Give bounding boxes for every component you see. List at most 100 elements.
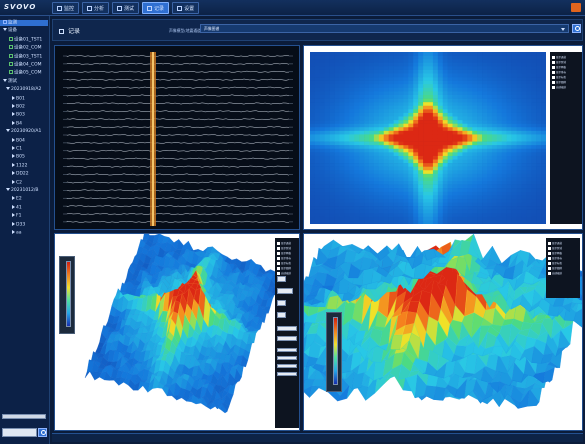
- control-field[interactable]: [277, 300, 286, 306]
- heat-cell: [393, 138, 399, 142]
- option-checkbox[interactable]: 显示网格: [548, 251, 562, 255]
- option-checkbox[interactable]: 显示通道: [277, 241, 291, 245]
- tree-item[interactable]: B02: [0, 104, 48, 110]
- heat-cell: [437, 184, 444, 189]
- option-checkbox[interactable]: 显示区域: [277, 246, 291, 250]
- heat-cell: [398, 127, 404, 132]
- option-label: 显示标签: [556, 76, 567, 79]
- tree-item[interactable]: F1: [0, 213, 48, 219]
- heat-cell: [378, 220, 385, 224]
- nav-test[interactable]: 测试: [112, 2, 140, 14]
- heat-cell: [516, 177, 522, 182]
- nav-settings[interactable]: 设置: [172, 2, 200, 14]
- heat-cell: [408, 109, 414, 114]
- tree-item[interactable]: 设备02_COM: [0, 45, 48, 51]
- tree-item[interactable]: D33: [0, 221, 48, 228]
- heat-cell: [359, 163, 365, 167]
- heat-cell: [437, 73, 444, 78]
- heat-cell: [314, 188, 321, 193]
- nav-monitor[interactable]: 监控: [52, 2, 80, 14]
- tree-item[interactable]: B03: [0, 112, 48, 118]
- option-checkbox[interactable]: 自动缩放: [548, 271, 562, 275]
- option-checkbox[interactable]: 显示区域: [548, 246, 562, 250]
- heat-cell: [349, 98, 355, 103]
- tree-item[interactable]: DD22: [0, 171, 48, 177]
- heat-cell: [447, 66, 453, 71]
- search-button[interactable]: [572, 24, 581, 33]
- heat-cell: [437, 220, 444, 224]
- tree-item[interactable]: 41: [0, 204, 48, 211]
- control-field[interactable]: [277, 288, 293, 294]
- tree-item[interactable]: B05: [0, 154, 48, 160]
- option-checkbox[interactable]: 自动缩放: [552, 85, 566, 89]
- tree-item[interactable]: B01: [0, 95, 48, 102]
- heat-cell: [482, 62, 488, 67]
- nav-record[interactable]: 记录: [142, 2, 170, 14]
- option-checkbox[interactable]: 显示坐标: [552, 70, 566, 74]
- heat-cell: [536, 112, 542, 117]
- colorbar-left[interactable]: [66, 261, 71, 327]
- tree-item[interactable]: 20230918/A2: [0, 87, 48, 93]
- option-checkbox[interactable]: 显示标签: [548, 261, 562, 265]
- tree-item[interactable]: 设备04_COM: [0, 62, 48, 68]
- heat-cell: [442, 77, 448, 81]
- control-field[interactable]: [277, 348, 297, 352]
- option-checkbox[interactable]: 显示网格: [552, 65, 566, 69]
- option-checkbox[interactable]: 显示通道: [552, 55, 566, 59]
- sidebar-scrollbar[interactable]: [2, 414, 46, 419]
- nav-analysis[interactable]: 分析: [82, 2, 110, 14]
- heat-cell: [334, 159, 340, 164]
- option-checkbox[interactable]: 显示图例: [552, 80, 566, 84]
- heat-cell: [516, 155, 522, 160]
- tree-item[interactable]: 20231012/B: [0, 188, 48, 194]
- heat-cell: [487, 188, 493, 193]
- control-field[interactable]: [277, 336, 297, 341]
- heat-cell: [373, 163, 380, 167]
- option-checkbox[interactable]: 显示标签: [552, 75, 566, 79]
- option-checkbox[interactable]: 显示网格: [277, 251, 291, 255]
- heat-cell: [457, 87, 463, 92]
- sidebar-search-input[interactable]: [2, 428, 37, 437]
- option-checkbox[interactable]: 显示坐标: [548, 256, 562, 260]
- control-field[interactable]: [277, 372, 297, 376]
- heat-cell: [354, 130, 360, 135]
- option-checkbox[interactable]: 显示区域: [552, 60, 566, 64]
- heat-cell: [477, 134, 483, 139]
- option-checkbox[interactable]: 显示标签: [277, 261, 291, 265]
- control-field[interactable]: [277, 276, 286, 282]
- tree-item[interactable]: C2: [0, 179, 48, 186]
- tree-item[interactable]: 20230920/A1: [0, 129, 48, 135]
- colorbar-right[interactable]: [333, 317, 338, 385]
- tree-item[interactable]: B4: [0, 120, 48, 127]
- control-field[interactable]: [277, 356, 297, 360]
- heat-cell: [403, 191, 409, 196]
- heat-cell: [452, 138, 458, 142]
- option-checkbox[interactable]: 自动缩放: [277, 271, 291, 275]
- tree-item[interactable]: 设备01_TST1: [0, 36, 48, 43]
- tree-item[interactable]: C1: [0, 146, 48, 152]
- tree-item[interactable]: 1122: [0, 162, 48, 169]
- tree-item[interactable]: 设备: [0, 28, 48, 34]
- option-checkbox[interactable]: 显示图例: [548, 266, 562, 270]
- control-field[interactable]: [277, 312, 286, 318]
- heat-cell: [418, 216, 424, 221]
- tree-item[interactable]: 设备03_TST1: [0, 53, 48, 60]
- close-button[interactable]: [571, 3, 581, 12]
- option-checkbox[interactable]: 显示坐标: [277, 256, 291, 260]
- tree-item[interactable]: aa: [0, 230, 48, 236]
- option-checkbox[interactable]: 显示图例: [277, 266, 291, 270]
- control-field[interactable]: [277, 326, 297, 331]
- tree-item[interactable]: 测试: [0, 78, 48, 85]
- tree-item[interactable]: 监测: [0, 20, 48, 26]
- heat-cell: [334, 141, 340, 146]
- sidebar-search-button[interactable]: [38, 428, 47, 437]
- mode-select[interactable]: 声像图谱: [200, 24, 569, 33]
- heat-cell: [324, 120, 330, 124]
- control-field[interactable]: [277, 364, 297, 368]
- tree-item[interactable]: B04: [0, 137, 48, 144]
- tree-item[interactable]: 设备05_COM: [0, 70, 48, 76]
- option-checkbox[interactable]: 显示通道: [548, 241, 562, 245]
- heat-cell: [496, 206, 503, 210]
- tree-item[interactable]: E2: [0, 196, 48, 202]
- heat-cell: [354, 59, 360, 64]
